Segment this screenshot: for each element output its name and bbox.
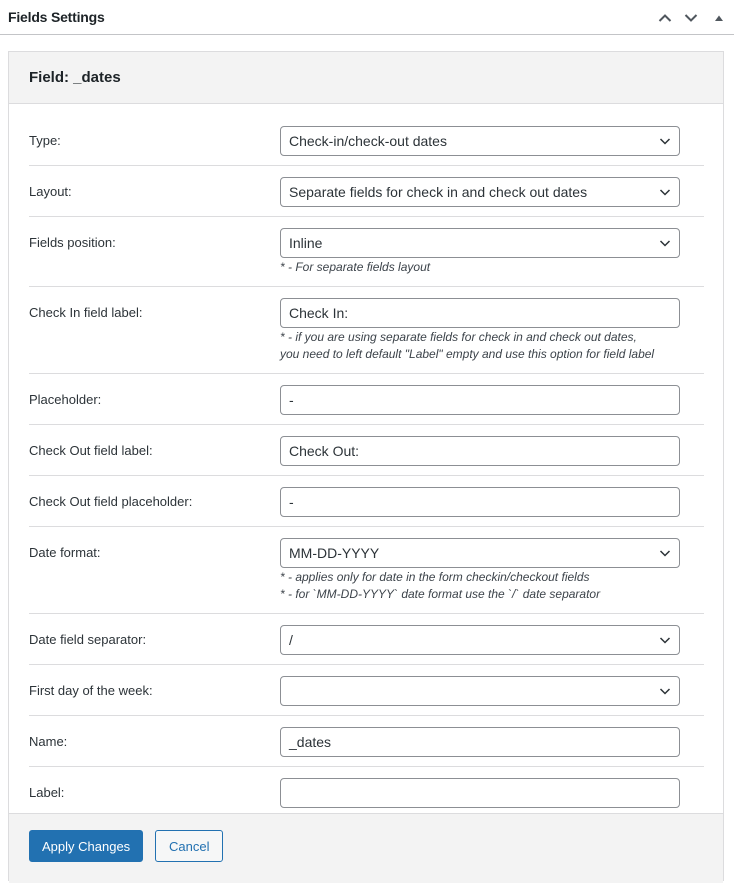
name-value: _dates xyxy=(289,734,331,750)
type-label: Type: xyxy=(29,133,61,148)
check-out-label-label: Check Out field label: xyxy=(29,443,153,458)
field-rows: Type: Check-in/check-out dates Layout: S… xyxy=(29,114,704,818)
date-format-select[interactable]: MM-DD-YYYY xyxy=(280,538,680,568)
placeholder-value: - xyxy=(289,392,294,408)
name-input[interactable]: _dates xyxy=(280,727,680,757)
label-label: Label: xyxy=(29,785,64,800)
chevron-down-icon xyxy=(659,187,671,197)
chevron-down-icon xyxy=(684,13,698,23)
row-date-format: Date format: MM-DD-YYYY * - applies only… xyxy=(29,527,704,614)
row-check-out-placeholder: Check Out field placeholder: - xyxy=(29,476,704,527)
row-placeholder: Placeholder: - xyxy=(29,374,704,425)
chevron-down-icon xyxy=(659,136,671,146)
date-separator-value: / xyxy=(289,632,293,648)
date-format-label: Date format: xyxy=(29,545,101,560)
chevron-down-icon xyxy=(659,686,671,696)
row-type: Type: Check-in/check-out dates xyxy=(29,114,704,166)
date-format-hint-2: * - for `MM-DD-YYYY` date format use the… xyxy=(280,586,600,603)
placeholder-label: Placeholder: xyxy=(29,392,101,407)
toggle-panel-button[interactable] xyxy=(704,0,734,35)
row-first-day: First day of the week: xyxy=(29,665,704,716)
label-input[interactable] xyxy=(280,778,680,808)
chevron-down-icon xyxy=(659,548,671,558)
type-select[interactable]: Check-in/check-out dates xyxy=(280,126,680,156)
row-layout: Layout: Separate fields for check in and… xyxy=(29,166,704,217)
row-label: Label: xyxy=(29,767,704,818)
check-out-placeholder-value: - xyxy=(289,494,294,510)
name-label: Name: xyxy=(29,734,67,749)
check-in-hint-1: * - if you are using separate fields for… xyxy=(280,329,637,346)
handle-actions xyxy=(652,0,734,35)
check-out-placeholder-input[interactable]: - xyxy=(280,487,680,517)
date-format-hint-1: * - applies only for date in the form ch… xyxy=(280,569,590,586)
date-separator-label: Date field separator: xyxy=(29,632,146,647)
panel-title: Field: _dates xyxy=(9,52,723,104)
date-separator-select[interactable]: / xyxy=(280,625,680,655)
postbox-title: Fields Settings xyxy=(8,9,105,25)
type-value: Check-in/check-out dates xyxy=(289,133,447,149)
layout-value: Separate fields for check in and check o… xyxy=(289,184,587,200)
date-format-value: MM-DD-YYYY xyxy=(289,545,379,561)
fields-position-label: Fields position: xyxy=(29,235,116,250)
layout-label: Layout: xyxy=(29,184,72,199)
triangle-up-icon xyxy=(714,14,724,22)
chevron-down-icon xyxy=(659,238,671,248)
postbox-header: Fields Settings xyxy=(0,0,734,35)
row-check-out-label: Check Out field label: Check Out: xyxy=(29,425,704,476)
fields-position-select[interactable]: Inline xyxy=(280,228,680,258)
apply-changes-button[interactable]: Apply Changes xyxy=(29,830,143,862)
cancel-button[interactable]: Cancel xyxy=(155,830,223,862)
move-down-button[interactable] xyxy=(678,0,704,35)
row-fields-position: Fields position: Inline * - For separate… xyxy=(29,217,704,287)
panel-footer: Apply Changes Cancel xyxy=(9,813,723,883)
row-name: Name: _dates xyxy=(29,716,704,767)
first-day-select[interactable] xyxy=(280,676,680,706)
field-panel: Field: _dates Type: Check-in/check-out d… xyxy=(8,51,724,881)
placeholder-input[interactable]: - xyxy=(280,385,680,415)
chevron-up-icon xyxy=(658,13,672,23)
row-check-in-label: Check In field label: Check In: * - if y… xyxy=(29,287,704,374)
move-up-button[interactable] xyxy=(652,0,678,35)
fields-position-hint: * - For separate fields layout xyxy=(280,259,430,276)
chevron-down-icon xyxy=(659,635,671,645)
check-out-label-input[interactable]: Check Out: xyxy=(280,436,680,466)
check-out-placeholder-label: Check Out field placeholder: xyxy=(29,494,192,509)
check-in-label-value: Check In: xyxy=(289,305,348,321)
check-in-label-input[interactable]: Check In: xyxy=(280,298,680,328)
check-out-label-value: Check Out: xyxy=(289,443,359,459)
check-in-label-label: Check In field label: xyxy=(29,305,142,320)
first-day-label: First day of the week: xyxy=(29,683,153,698)
layout-select[interactable]: Separate fields for check in and check o… xyxy=(280,177,680,207)
row-date-separator: Date field separator: / xyxy=(29,614,704,665)
fields-position-value: Inline xyxy=(289,235,322,251)
check-in-hint-2: you need to left default "Label" empty a… xyxy=(280,346,654,363)
